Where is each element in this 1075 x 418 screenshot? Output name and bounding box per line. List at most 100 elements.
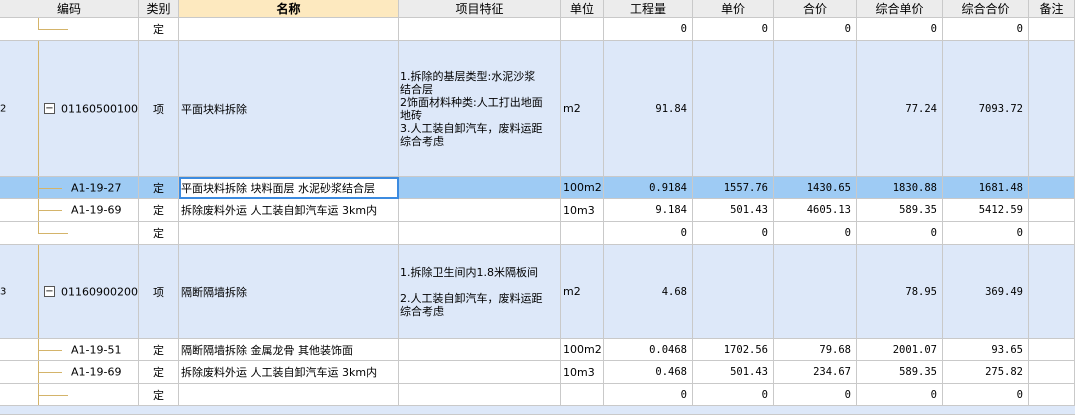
bill-item-row[interactable]: 2 − 011605001001 项 平面块料拆除 1.拆除的基层类型:水泥沙浆…: [0, 41, 1075, 177]
features-cell[interactable]: [399, 339, 561, 361]
quantity-cell[interactable]: 0.0468: [604, 339, 693, 361]
comprehensive-unit-price-cell[interactable]: 0: [857, 18, 943, 41]
comprehensive-unit-price-cell[interactable]: 1830.88: [857, 177, 943, 199]
quota-row[interactable]: A1-19-69 定 拆除废料外运 人工装自卸汽车运 3km内 10m3 9.1…: [0, 199, 1075, 222]
unit-cell[interactable]: 100m2: [561, 339, 604, 361]
comprehensive-unit-price-cell[interactable]: 589.35: [857, 199, 943, 222]
name-cell[interactable]: [179, 384, 399, 406]
unit-price-cell[interactable]: 501.43: [693, 199, 774, 222]
features-cell[interactable]: 1.拆除卫生间内1.8米隔板间 2.人工装自卸汽车，废料运距 综合考虑: [399, 245, 561, 339]
comprehensive-total-cell[interactable]: 275.82: [943, 361, 1029, 384]
features-cell[interactable]: [399, 18, 561, 41]
code-cell[interactable]: A1-19-69: [0, 199, 139, 222]
unit-cell[interactable]: m2: [561, 41, 604, 177]
type-cell[interactable]: 定: [139, 199, 179, 222]
quantity-cell[interactable]: 0: [604, 222, 693, 245]
header-comprehensive-total[interactable]: 综合合价: [943, 0, 1029, 18]
note-cell[interactable]: [1029, 18, 1075, 41]
unit-cell[interactable]: [561, 18, 604, 41]
unit-cell[interactable]: 10m3: [561, 199, 604, 222]
code-cell[interactable]: [0, 222, 139, 245]
total-price-cell[interactable]: [774, 245, 857, 339]
code-cell[interactable]: 3 − 011609002001: [0, 245, 139, 339]
name-cell[interactable]: 平面块料拆除: [179, 41, 399, 177]
code-cell[interactable]: [0, 384, 139, 406]
header-total-price[interactable]: 合价: [774, 0, 857, 18]
total-price-cell[interactable]: 1430.65: [774, 177, 857, 199]
type-cell[interactable]: 定: [139, 384, 179, 406]
quantity-cell[interactable]: 4.68: [604, 245, 693, 339]
note-cell[interactable]: [1029, 245, 1075, 339]
unit-cell[interactable]: [561, 222, 604, 245]
comprehensive-unit-price-cell[interactable]: 589.35: [857, 361, 943, 384]
header-comprehensive-unit-price[interactable]: 综合单价: [857, 0, 943, 18]
comprehensive-total-cell[interactable]: 0: [943, 384, 1029, 406]
quantity-cell[interactable]: 0: [604, 18, 693, 41]
comprehensive-unit-price-cell[interactable]: 2001.07: [857, 339, 943, 361]
name-cell-editing[interactable]: 平面块料拆除 块料面层 水泥砂浆结合层: [179, 177, 399, 199]
type-cell[interactable]: 定: [139, 18, 179, 41]
note-cell[interactable]: [1029, 384, 1075, 406]
quota-row-selected[interactable]: A1-19-27 定 平面块料拆除 块料面层 水泥砂浆结合层 100m2 0.9…: [0, 177, 1075, 199]
unit-price-cell[interactable]: 1557.76: [693, 177, 774, 199]
code-cell[interactable]: A1-19-51: [0, 339, 139, 361]
name-cell[interactable]: [179, 222, 399, 245]
bill-item-row[interactable]: 3 − 011609002001 项 隔断隔墙拆除 1.拆除卫生间内1.8米隔板…: [0, 245, 1075, 339]
unit-price-cell[interactable]: [693, 245, 774, 339]
unit-price-cell[interactable]: 0: [693, 18, 774, 41]
header-unit-price[interactable]: 单价: [693, 0, 774, 18]
header-features[interactable]: 项目特征: [399, 0, 561, 18]
quota-row[interactable]: A1-19-51 定 隔断隔墙拆除 金属龙骨 其他装饰面 100m2 0.046…: [0, 339, 1075, 361]
quota-row[interactable]: A1-19-69 定 拆除废料外运 人工装自卸汽车运 3km内 10m3 0.4…: [0, 361, 1075, 384]
collapse-toggle-icon[interactable]: −: [44, 102, 55, 114]
features-cell[interactable]: [399, 361, 561, 384]
features-cell[interactable]: [399, 177, 561, 199]
note-cell[interactable]: [1029, 339, 1075, 361]
comprehensive-total-cell[interactable]: 5412.59: [943, 199, 1029, 222]
comprehensive-total-cell[interactable]: 0: [943, 18, 1029, 41]
quantity-cell[interactable]: 9.184: [604, 199, 693, 222]
comprehensive-total-cell[interactable]: 369.49: [943, 245, 1029, 339]
total-price-cell[interactable]: 4605.13: [774, 199, 857, 222]
total-price-cell[interactable]: 79.68: [774, 339, 857, 361]
total-price-cell[interactable]: 0: [774, 384, 857, 406]
unit-cell[interactable]: [561, 384, 604, 406]
name-cell[interactable]: 拆除废料外运 人工装自卸汽车运 3km内: [179, 361, 399, 384]
unit-price-cell[interactable]: [693, 41, 774, 177]
header-unit[interactable]: 单位: [561, 0, 604, 18]
total-price-cell[interactable]: 0: [774, 222, 857, 245]
header-name[interactable]: 名称: [179, 0, 399, 18]
comprehensive-unit-price-cell[interactable]: 0: [857, 384, 943, 406]
note-cell[interactable]: [1029, 177, 1075, 199]
quantity-cell[interactable]: 91.84: [604, 41, 693, 177]
code-cell[interactable]: A1-19-69: [0, 361, 139, 384]
table-row[interactable]: 定 0 0 0 0 0: [0, 384, 1075, 406]
note-cell[interactable]: [1029, 41, 1075, 177]
note-cell[interactable]: [1029, 199, 1075, 222]
quantity-cell[interactable]: 0: [604, 384, 693, 406]
code-cell[interactable]: 2 − 011605001001: [0, 41, 139, 177]
features-cell[interactable]: [399, 384, 561, 406]
total-price-cell[interactable]: 234.67: [774, 361, 857, 384]
name-cell[interactable]: [179, 18, 399, 41]
quantity-cell[interactable]: 0.468: [604, 361, 693, 384]
comprehensive-total-cell[interactable]: 7093.72: [943, 41, 1029, 177]
unit-price-cell[interactable]: 1702.56: [693, 339, 774, 361]
name-cell[interactable]: 隔断隔墙拆除 金属龙骨 其他装饰面: [179, 339, 399, 361]
type-cell[interactable]: 定: [139, 177, 179, 199]
note-cell[interactable]: [1029, 361, 1075, 384]
code-cell[interactable]: A1-19-27: [0, 177, 139, 199]
type-cell[interactable]: 项: [139, 245, 179, 339]
name-cell[interactable]: 拆除废料外运 人工装自卸汽车运 3km内: [179, 199, 399, 222]
total-price-cell[interactable]: [774, 41, 857, 177]
name-cell[interactable]: 隔断隔墙拆除: [179, 245, 399, 339]
unit-cell[interactable]: 10m3: [561, 361, 604, 384]
type-cell[interactable]: 项: [139, 41, 179, 177]
quantity-cell[interactable]: 0.9184: [604, 177, 693, 199]
code-cell[interactable]: [0, 18, 139, 41]
header-note[interactable]: 备注: [1029, 0, 1075, 18]
comprehensive-total-cell[interactable]: 1681.48: [943, 177, 1029, 199]
note-cell[interactable]: [1029, 222, 1075, 245]
comprehensive-unit-price-cell[interactable]: 78.95: [857, 245, 943, 339]
unit-cell[interactable]: m2: [561, 245, 604, 339]
